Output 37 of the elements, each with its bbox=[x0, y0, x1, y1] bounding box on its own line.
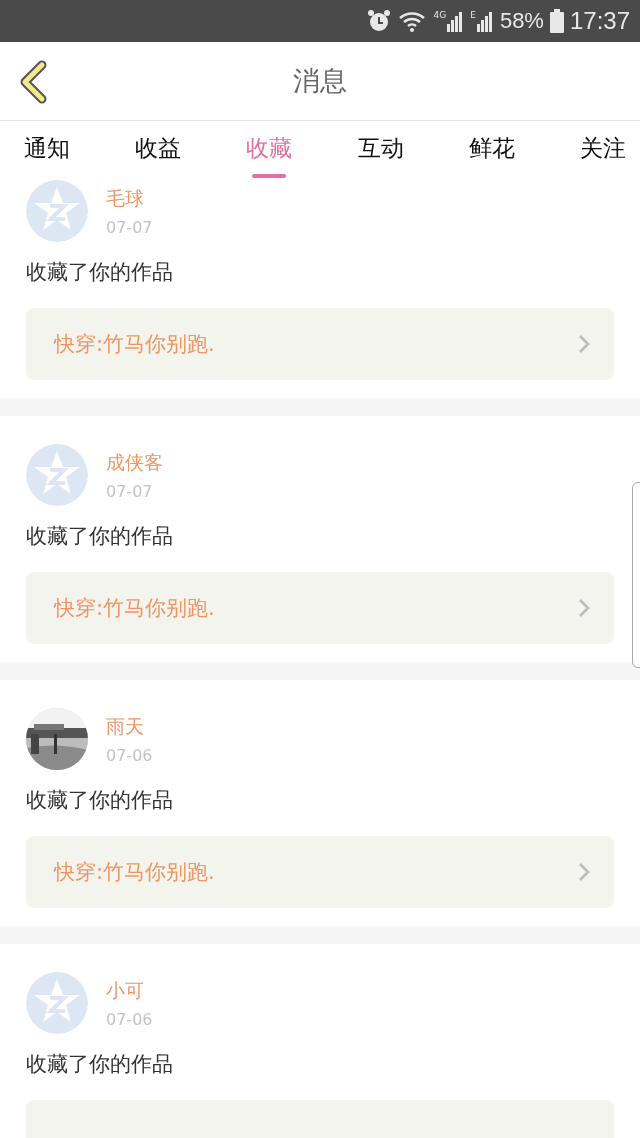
user-name[interactable]: 成侠客 bbox=[106, 449, 163, 476]
back-icon[interactable] bbox=[18, 60, 48, 104]
clock: 17:37 bbox=[569, 7, 630, 35]
message-text: 收藏了你的作品 bbox=[26, 259, 174, 286]
default-avatar-icon bbox=[26, 180, 88, 242]
message-date: 07-06 bbox=[106, 745, 153, 765]
user-name[interactable]: 毛球 bbox=[106, 185, 153, 212]
signal-icon bbox=[475, 10, 494, 32]
tab[interactable]: 收藏 bbox=[246, 121, 293, 178]
message-date: 07-07 bbox=[106, 217, 153, 237]
tab[interactable]: 通知 bbox=[24, 121, 70, 178]
chevron-icon bbox=[578, 334, 590, 354]
default-avatar-icon bbox=[26, 972, 88, 1034]
signal-icon bbox=[446, 10, 465, 32]
tab[interactable]: 互动 bbox=[357, 121, 404, 178]
alarm-icon bbox=[365, 8, 392, 34]
user-name[interactable]: 小可 bbox=[106, 977, 153, 1004]
message-text: 收藏了你的作品 bbox=[26, 523, 174, 550]
page-title: 消息 bbox=[293, 64, 347, 98]
message-text: 收藏了你的作品 bbox=[26, 1051, 174, 1078]
network-label: 4G bbox=[433, 10, 447, 20]
network-label: E bbox=[470, 10, 476, 20]
tab[interactable]: 关注 bbox=[579, 121, 626, 178]
battery-percent: 58% bbox=[499, 8, 544, 34]
chevron-icon bbox=[578, 598, 590, 618]
tab[interactable]: 收益 bbox=[135, 121, 182, 178]
message-text: 收藏了你的作品 bbox=[26, 787, 174, 814]
battery-icon bbox=[549, 9, 564, 33]
work-link[interactable]: 快穿:竹马你别跑. bbox=[26, 836, 614, 908]
work-link[interactable]: 快穿:竹马你别跑. bbox=[26, 572, 614, 644]
tab[interactable]: 鲜花 bbox=[468, 121, 515, 178]
work-link[interactable]: 快穿:竹马你别跑. bbox=[26, 308, 614, 380]
message-date: 07-06 bbox=[106, 1009, 153, 1029]
chevron-icon bbox=[578, 862, 590, 882]
default-avatar-icon bbox=[26, 444, 88, 506]
user-name[interactable]: 雨天 bbox=[106, 713, 153, 740]
message-date: 07-07 bbox=[106, 481, 154, 501]
